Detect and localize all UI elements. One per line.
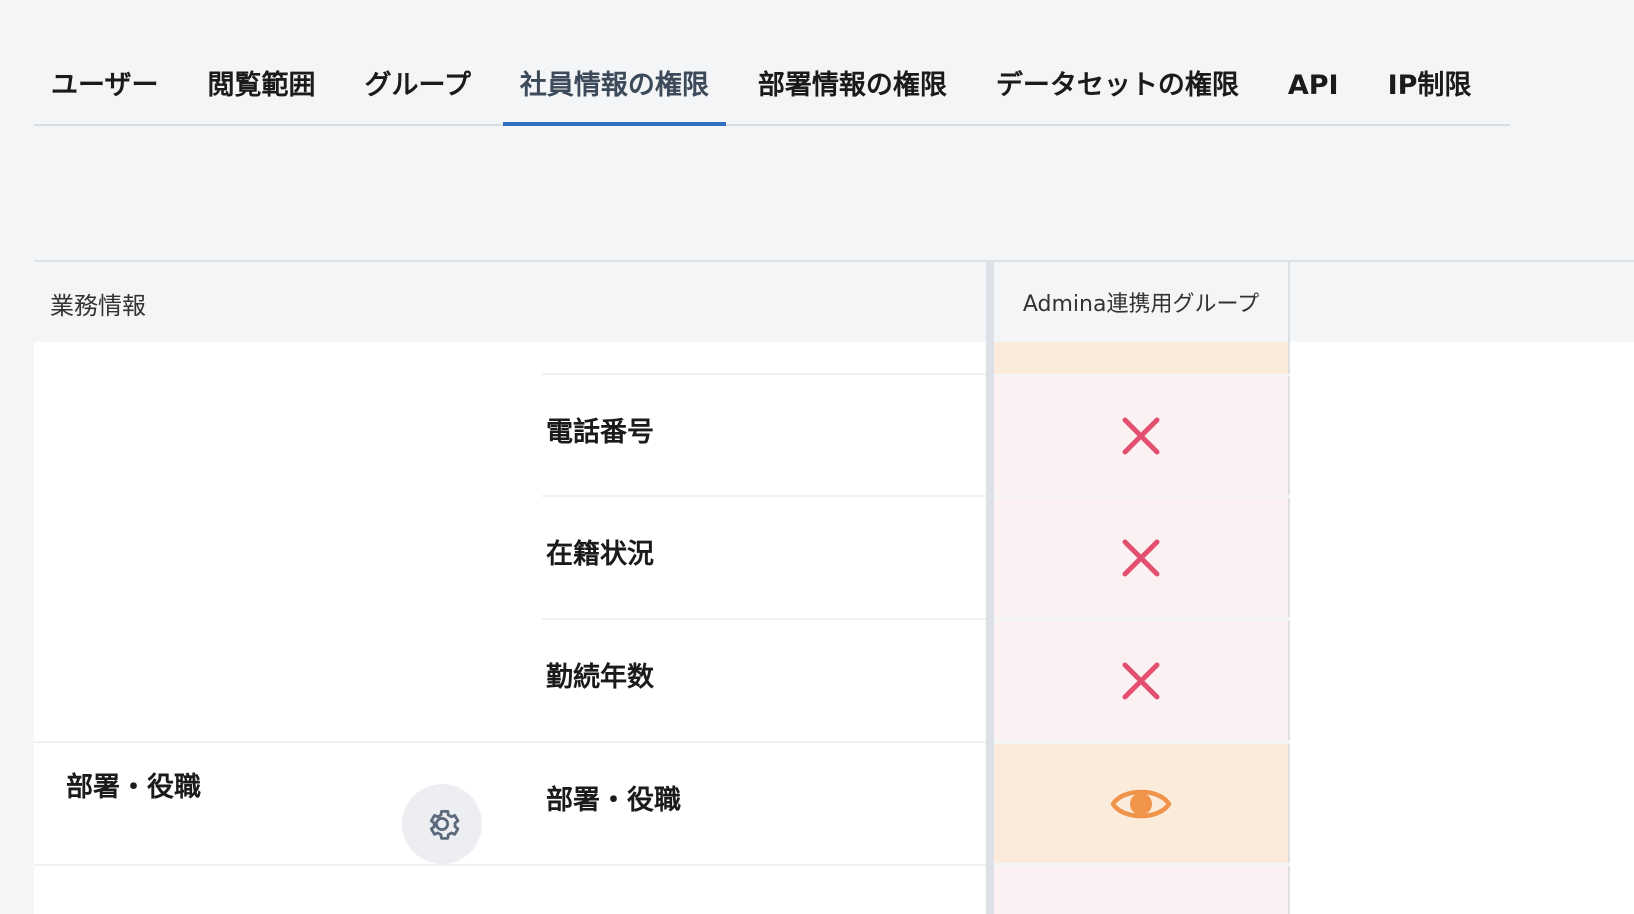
category-settings-button[interactable] bbox=[402, 784, 482, 864]
tab-api[interactable]: API bbox=[1271, 56, 1356, 124]
tab-dataset-permissions[interactable]: データセットの権限 bbox=[979, 56, 1256, 124]
field-label-phone: 電話番号 bbox=[546, 417, 654, 448]
row-divider bbox=[34, 741, 986, 743]
permissions-table: 業務情報 Admina連携用グループ 電話番号 在籍状況 勤続年数 部署・役職 bbox=[34, 260, 1634, 914]
row-divider bbox=[542, 373, 986, 375]
table-right-filler bbox=[1290, 342, 1634, 914]
section-header-label: 業務情報 bbox=[50, 292, 146, 320]
row-divider bbox=[34, 864, 986, 866]
tab-department-info-permissions[interactable]: 部署情報の権限 bbox=[741, 56, 964, 124]
eye-icon bbox=[1110, 789, 1172, 818]
group-column-label: Admina連携用グループ bbox=[1022, 292, 1260, 317]
tab-view-scope[interactable]: 閲覧範囲 bbox=[190, 56, 332, 124]
tab-bar: ユーザー 閲覧範囲 グループ 社員情報の権限 部署情報の権限 データセットの権限… bbox=[34, 56, 1510, 126]
tab-users[interactable]: ユーザー bbox=[34, 56, 175, 124]
row-divider bbox=[542, 618, 986, 620]
tab-ip-restriction[interactable]: IP制限 bbox=[1371, 56, 1489, 124]
close-icon bbox=[1122, 417, 1160, 454]
gear-icon bbox=[429, 810, 460, 840]
tab-groups[interactable]: グループ bbox=[347, 56, 487, 124]
row-divider bbox=[542, 495, 986, 497]
field-label-department-position: 部署・役職 bbox=[546, 785, 681, 816]
tab-employee-info-permissions[interactable]: 社員情報の権限 bbox=[502, 56, 726, 126]
permission-cell-phone[interactable] bbox=[994, 376, 1290, 495]
category-label: 部署・役職 bbox=[66, 772, 201, 803]
close-icon bbox=[1122, 539, 1160, 576]
column-divider bbox=[986, 262, 994, 914]
table-top-border bbox=[34, 260, 1634, 262]
field-list-body bbox=[34, 342, 986, 914]
permission-cell-department-position[interactable] bbox=[994, 744, 1290, 863]
group-column-header: Admina連携用グループ bbox=[994, 262, 1290, 342]
permission-cell-years-of-service[interactable] bbox=[994, 621, 1290, 740]
permission-cell-employment-status[interactable] bbox=[994, 498, 1290, 617]
close-icon bbox=[1122, 662, 1160, 699]
permission-cell-partial[interactable] bbox=[994, 342, 1290, 374]
field-label-years-of-service: 勤続年数 bbox=[546, 662, 654, 693]
permission-cell-partial[interactable] bbox=[994, 866, 1290, 914]
field-label-employment-status: 在籍状況 bbox=[546, 539, 654, 570]
